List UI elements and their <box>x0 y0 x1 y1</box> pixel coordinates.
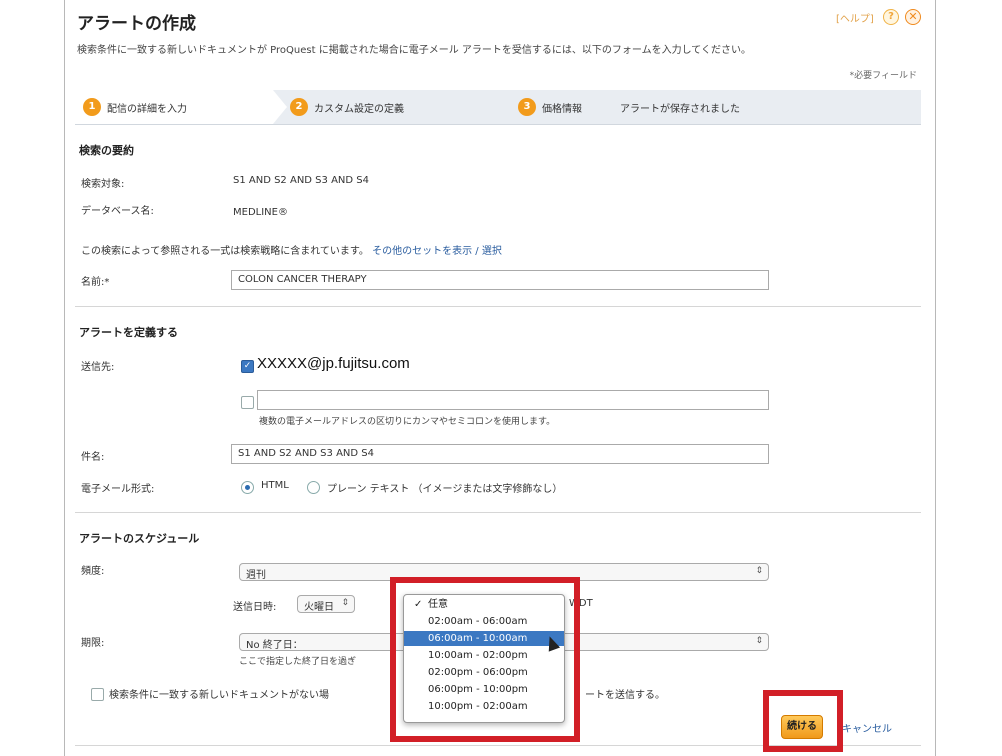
no-match-text: 検索条件に一致する新しいドキュメントがない場 <box>109 690 329 701</box>
summary-heading: 検索の要約 <box>79 144 134 157</box>
highlight-box-dropdown <box>390 577 580 742</box>
step-number: 2 <box>290 98 308 116</box>
extra-email-input[interactable] <box>257 390 769 410</box>
step-label: アラートが保存されました <box>620 103 740 115</box>
progress-steps: 1 配信の詳細を入力 2 カスタム設定の定義 3 価格情報 アラートが保存されま… <box>75 90 921 125</box>
help-link[interactable]: [ヘルプ] <box>836 10 874 25</box>
step-2: 2 カスタム設定の定義 <box>290 90 404 124</box>
cancel-link[interactable]: キャンセル <box>842 720 892 735</box>
step-4: アラートが保存されました <box>620 90 740 124</box>
format-text-radio[interactable] <box>307 481 320 494</box>
send-day-select[interactable]: 火曜日 ⇕ <box>297 595 355 613</box>
format-label: 電子メール形式: <box>81 484 155 495</box>
select-caret-icon: ⇕ <box>755 566 763 576</box>
continue-button[interactable]: 続ける <box>781 715 823 739</box>
schedule-heading: アラートのスケジュール <box>79 532 200 545</box>
section-divider <box>75 512 921 513</box>
no-match-checkbox[interactable] <box>91 688 104 701</box>
format-html-radio[interactable] <box>241 481 254 494</box>
extra-email-checkbox[interactable] <box>241 396 254 409</box>
other-sets-link[interactable]: その他のセットを表示 / 選択 <box>372 246 502 257</box>
set-note-text: この検索によって参照される一式は検索戦略に含まれています。 <box>81 246 369 257</box>
email-hint: 複数の電子メールアドレスの区切りにカンマやセミコロンを使用します。 <box>259 417 556 427</box>
section-divider <box>75 306 921 307</box>
step-label: 配信の詳細を入力 <box>107 103 187 115</box>
frequency-label: 頻度: <box>81 566 105 577</box>
send-day-label: 送信日時: <box>233 602 277 613</box>
send-day-value: 火曜日 <box>304 602 334 613</box>
select-caret-icon: ⇕ <box>341 598 349 608</box>
no-match-tail: ートを送信する。 <box>585 690 665 701</box>
search-target-value: S1 AND S2 AND S3 AND S4 <box>233 175 369 186</box>
alert-name-input[interactable]: COLON CANCER THERAPY <box>231 270 769 290</box>
period-hint: ここで指定した終了日を過ぎ <box>239 657 357 667</box>
search-target-label: 検索対象: <box>81 179 125 190</box>
name-label: 名前:* <box>81 277 110 288</box>
subject-input[interactable]: S1 AND S2 AND S3 AND S4 <box>231 444 769 464</box>
select-caret-icon: ⇕ <box>755 636 763 646</box>
step-number: 1 <box>83 98 101 116</box>
page-title: アラートの作成 <box>77 14 196 34</box>
subject-label: 件名: <box>81 452 105 463</box>
period-label: 期限: <box>81 638 105 649</box>
step-arrow <box>273 90 287 124</box>
period-value: No 終了日： <box>246 640 303 651</box>
define-heading: アラートを定義する <box>79 326 178 339</box>
email-checkbox[interactable]: ✓ <box>241 360 254 373</box>
email-address: XXXXX@jp.fujitsu.com <box>257 355 410 372</box>
database-value: MEDLINE® <box>233 207 288 218</box>
step-number: 3 <box>518 98 536 116</box>
step-label: 価格情報 <box>542 103 582 115</box>
database-label: データベース名: <box>81 206 154 217</box>
intro-text: 検索条件に一致する新しいドキュメントが ProQuest に掲載された場合に電子… <box>77 45 751 56</box>
sendto-label: 送信先: <box>81 362 115 373</box>
step-1: 1 配信の詳細を入力 <box>75 90 273 124</box>
step-3: 3 価格情報 <box>518 90 582 124</box>
required-note: *必要フィールド <box>849 71 917 81</box>
format-text-label: プレーン テキスト （イメージまたは文字修飾なし） <box>327 484 563 495</box>
frequency-value: 週刊 <box>246 570 266 581</box>
step-label: カスタム設定の定義 <box>314 103 404 115</box>
set-note: この検索によって参照される一式は検索戦略に含まれています。 その他のセットを表示… <box>81 242 502 257</box>
help-icon[interactable]: ? <box>883 9 899 25</box>
close-icon[interactable]: ✕ <box>905 9 921 25</box>
format-html-label: HTML <box>261 480 289 491</box>
